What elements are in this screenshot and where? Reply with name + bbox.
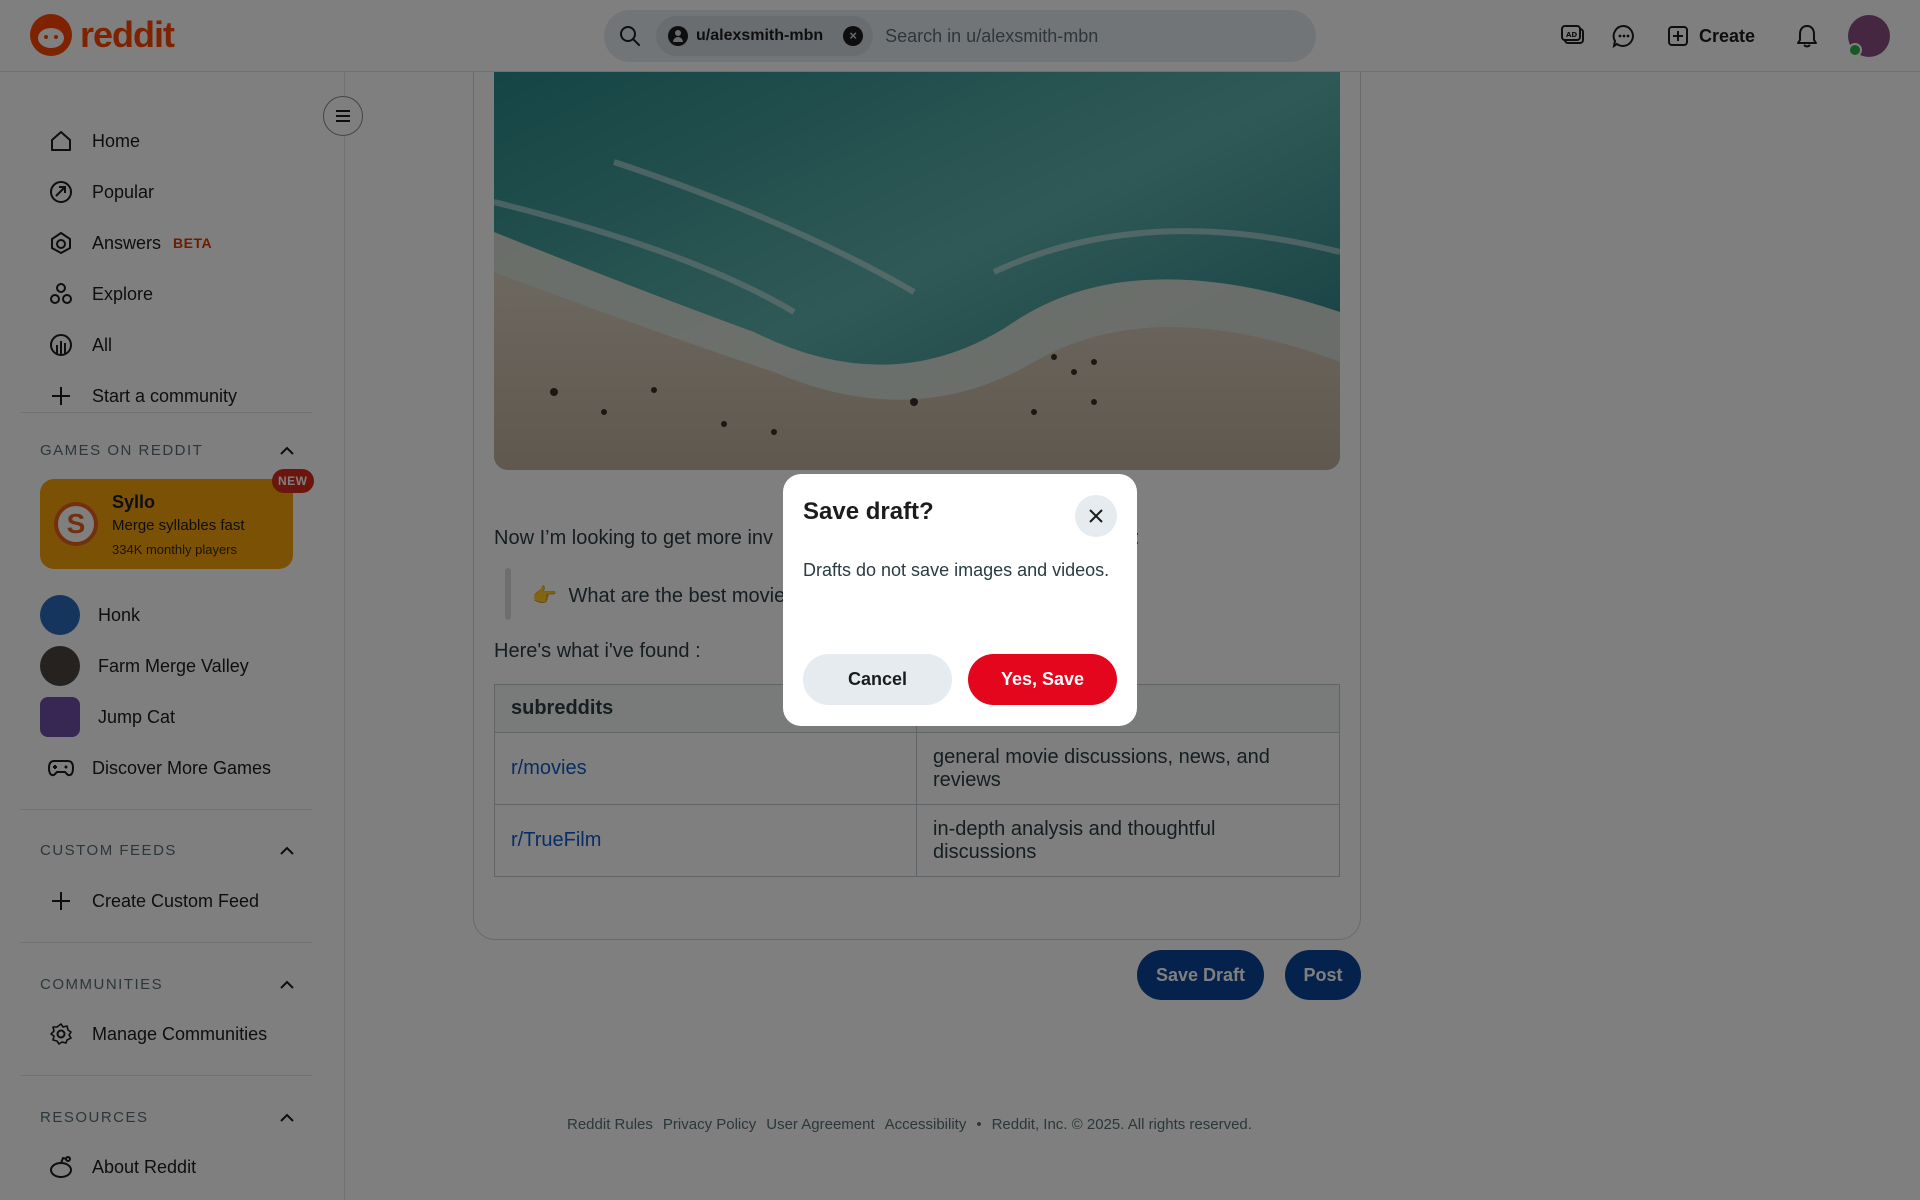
save-draft-dialog: Save draft? Drafts do not save images an… [783, 474, 1137, 726]
dialog-message: Drafts do not save images and videos. [803, 560, 1110, 580]
close-icon [1089, 509, 1103, 523]
cancel-button[interactable]: Cancel [803, 654, 952, 705]
yes-save-button[interactable]: Yes, Save [968, 654, 1117, 705]
dialog-title: Save draft? [803, 498, 934, 525]
close-dialog-button[interactable] [1075, 495, 1117, 537]
